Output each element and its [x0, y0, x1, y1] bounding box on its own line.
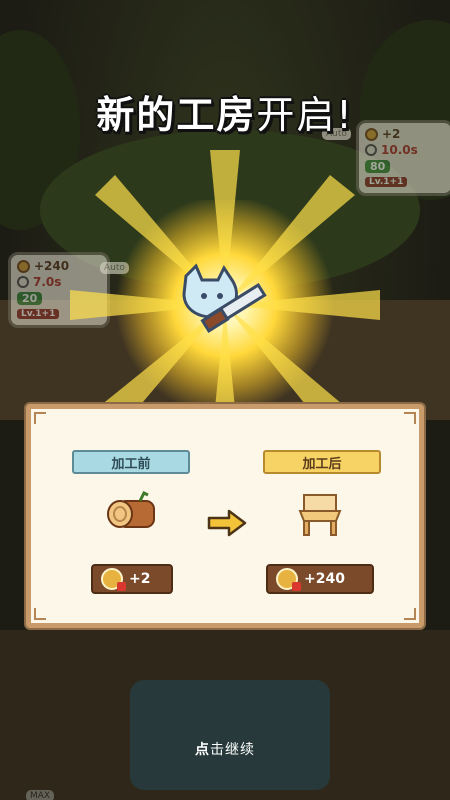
- time-value: 7.0s: [33, 275, 62, 289]
- level-badge: Lv.1+1: [17, 309, 60, 319]
- tap-to-continue[interactable]: 点击继续: [0, 739, 450, 759]
- chair-icon: [298, 494, 342, 536]
- popup-title: 新的工房开启!: [0, 84, 450, 139]
- coin-upgrade-icon: [101, 568, 126, 591]
- reward-value: +240: [34, 259, 70, 273]
- coin-upgrade-icon: [276, 568, 301, 591]
- upgrade-cost: 20: [17, 291, 43, 305]
- log-icon: [107, 491, 155, 528]
- before-reward-value: +2: [129, 571, 151, 587]
- saw-workshop-icon: [182, 263, 267, 333]
- clock-icon: [17, 276, 29, 288]
- processing-panel: 加工前 加工后 +2 +240: [26, 404, 424, 628]
- title-main: 新的工房: [96, 93, 257, 137]
- before-reward-badge: +2: [91, 564, 173, 594]
- max-tag: MAX: [26, 790, 55, 800]
- time-value: 10.0s: [381, 143, 418, 157]
- after-reward-badge: +240: [266, 564, 374, 594]
- after-processing-label: 加工后: [263, 450, 381, 474]
- arrow-right-icon: [207, 509, 247, 537]
- continue-text: 击继续: [210, 742, 255, 758]
- continue-prefix: 点: [195, 742, 210, 758]
- coin-icon: [17, 259, 30, 273]
- title-suffix: 开启!: [256, 93, 354, 137]
- before-processing-label: 加工前: [72, 450, 190, 474]
- after-reward-value: +240: [304, 571, 345, 587]
